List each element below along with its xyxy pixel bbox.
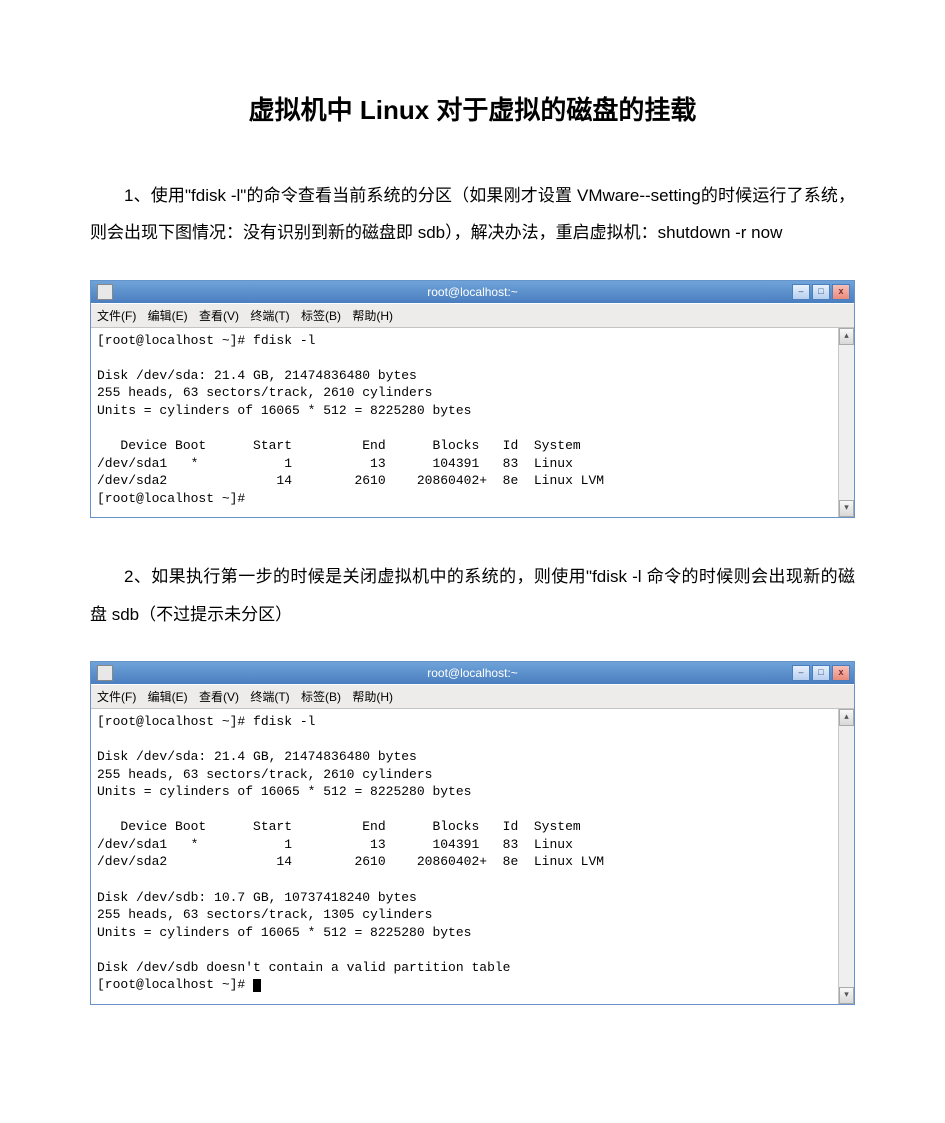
scrollbar[interactable]: ▴ ▾ — [838, 709, 854, 1004]
menu-file[interactable]: 文件(F) — [97, 690, 136, 704]
menu-terminal[interactable]: 终端(T) — [250, 309, 289, 323]
scroll-up-button[interactable]: ▴ — [839, 709, 854, 726]
terminal-title: root@localhost:~ — [91, 285, 854, 299]
terminal-window-2: root@localhost:~ – □ x 文件(F) 编辑(E) 查看(V)… — [90, 661, 855, 1005]
scroll-down-button[interactable]: ▾ — [839, 500, 854, 517]
menu-tabs[interactable]: 标签(B) — [301, 309, 341, 323]
menu-edit[interactable]: 编辑(E) — [148, 690, 188, 704]
terminal-output[interactable]: [root@localhost ~]# fdisk -l Disk /dev/s… — [91, 328, 854, 517]
terminal-window-1: root@localhost:~ – □ x 文件(F) 编辑(E) 查看(V)… — [90, 280, 855, 518]
window-controls: – □ x — [792, 284, 850, 300]
terminal-title: root@localhost:~ — [91, 666, 854, 680]
document-page: 虚拟机中 Linux 对于虚拟的磁盘的挂载 1、使用"fdisk -l"的命令查… — [0, 0, 945, 1105]
menu-file[interactable]: 文件(F) — [97, 309, 136, 323]
minimize-button[interactable]: – — [792, 665, 810, 681]
close-button[interactable]: x — [832, 284, 850, 300]
window-controls: – □ x — [792, 665, 850, 681]
terminal-titlebar: root@localhost:~ – □ x — [91, 662, 854, 684]
page-title: 虚拟机中 Linux 对于虚拟的磁盘的挂载 — [90, 90, 855, 127]
menu-help[interactable]: 帮助(H) — [352, 690, 393, 704]
paragraph-1: 1、使用"fdisk -l"的命令查看当前系统的分区（如果刚才设置 VMware… — [90, 177, 855, 252]
menu-edit[interactable]: 编辑(E) — [148, 309, 188, 323]
cursor-icon — [253, 979, 261, 992]
terminal-output[interactable]: [root@localhost ~]# fdisk -l Disk /dev/s… — [91, 709, 854, 1004]
terminal-body: [root@localhost ~]# fdisk -l Disk /dev/s… — [91, 328, 854, 517]
menu-tabs[interactable]: 标签(B) — [301, 690, 341, 704]
menu-help[interactable]: 帮助(H) — [352, 309, 393, 323]
menu-view[interactable]: 查看(V) — [199, 690, 239, 704]
paragraph-2: 2、如果执行第一步的时候是关闭虚拟机中的系统的，则使用"fdisk -l 命令的… — [90, 558, 855, 633]
terminal-body: [root@localhost ~]# fdisk -l Disk /dev/s… — [91, 709, 854, 1004]
menu-view[interactable]: 查看(V) — [199, 309, 239, 323]
terminal-titlebar: root@localhost:~ – □ x — [91, 281, 854, 303]
scroll-down-button[interactable]: ▾ — [839, 987, 854, 1004]
terminal-menubar: 文件(F) 编辑(E) 查看(V) 终端(T) 标签(B) 帮助(H) — [91, 684, 854, 709]
close-button[interactable]: x — [832, 665, 850, 681]
scroll-up-button[interactable]: ▴ — [839, 328, 854, 345]
terminal-menubar: 文件(F) 编辑(E) 查看(V) 终端(T) 标签(B) 帮助(H) — [91, 303, 854, 328]
maximize-button[interactable]: □ — [812, 284, 830, 300]
menu-terminal[interactable]: 终端(T) — [250, 690, 289, 704]
maximize-button[interactable]: □ — [812, 665, 830, 681]
scrollbar[interactable]: ▴ ▾ — [838, 328, 854, 517]
minimize-button[interactable]: – — [792, 284, 810, 300]
